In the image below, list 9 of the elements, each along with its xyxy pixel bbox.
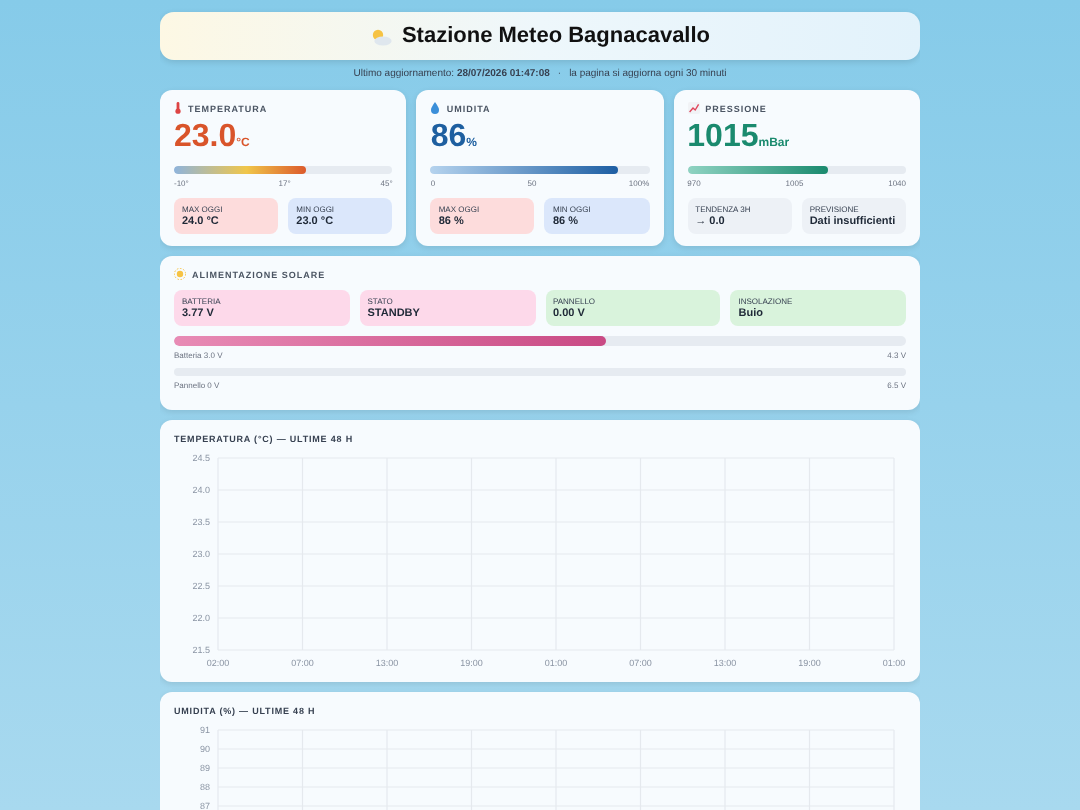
thermometer-icon [174, 102, 182, 114]
page-title: Stazione Meteo Bagnacavallo [401, 24, 711, 48]
metric-value: 86 [430, 120, 467, 156]
metric-value: 1015 [687, 120, 759, 156]
sun-behind-cloud-icon [369, 27, 392, 45]
sun-icon [174, 268, 186, 280]
droplet-icon [430, 102, 441, 114]
metric-value: 23.0 [174, 120, 237, 156]
trend-chart-icon [687, 102, 700, 114]
